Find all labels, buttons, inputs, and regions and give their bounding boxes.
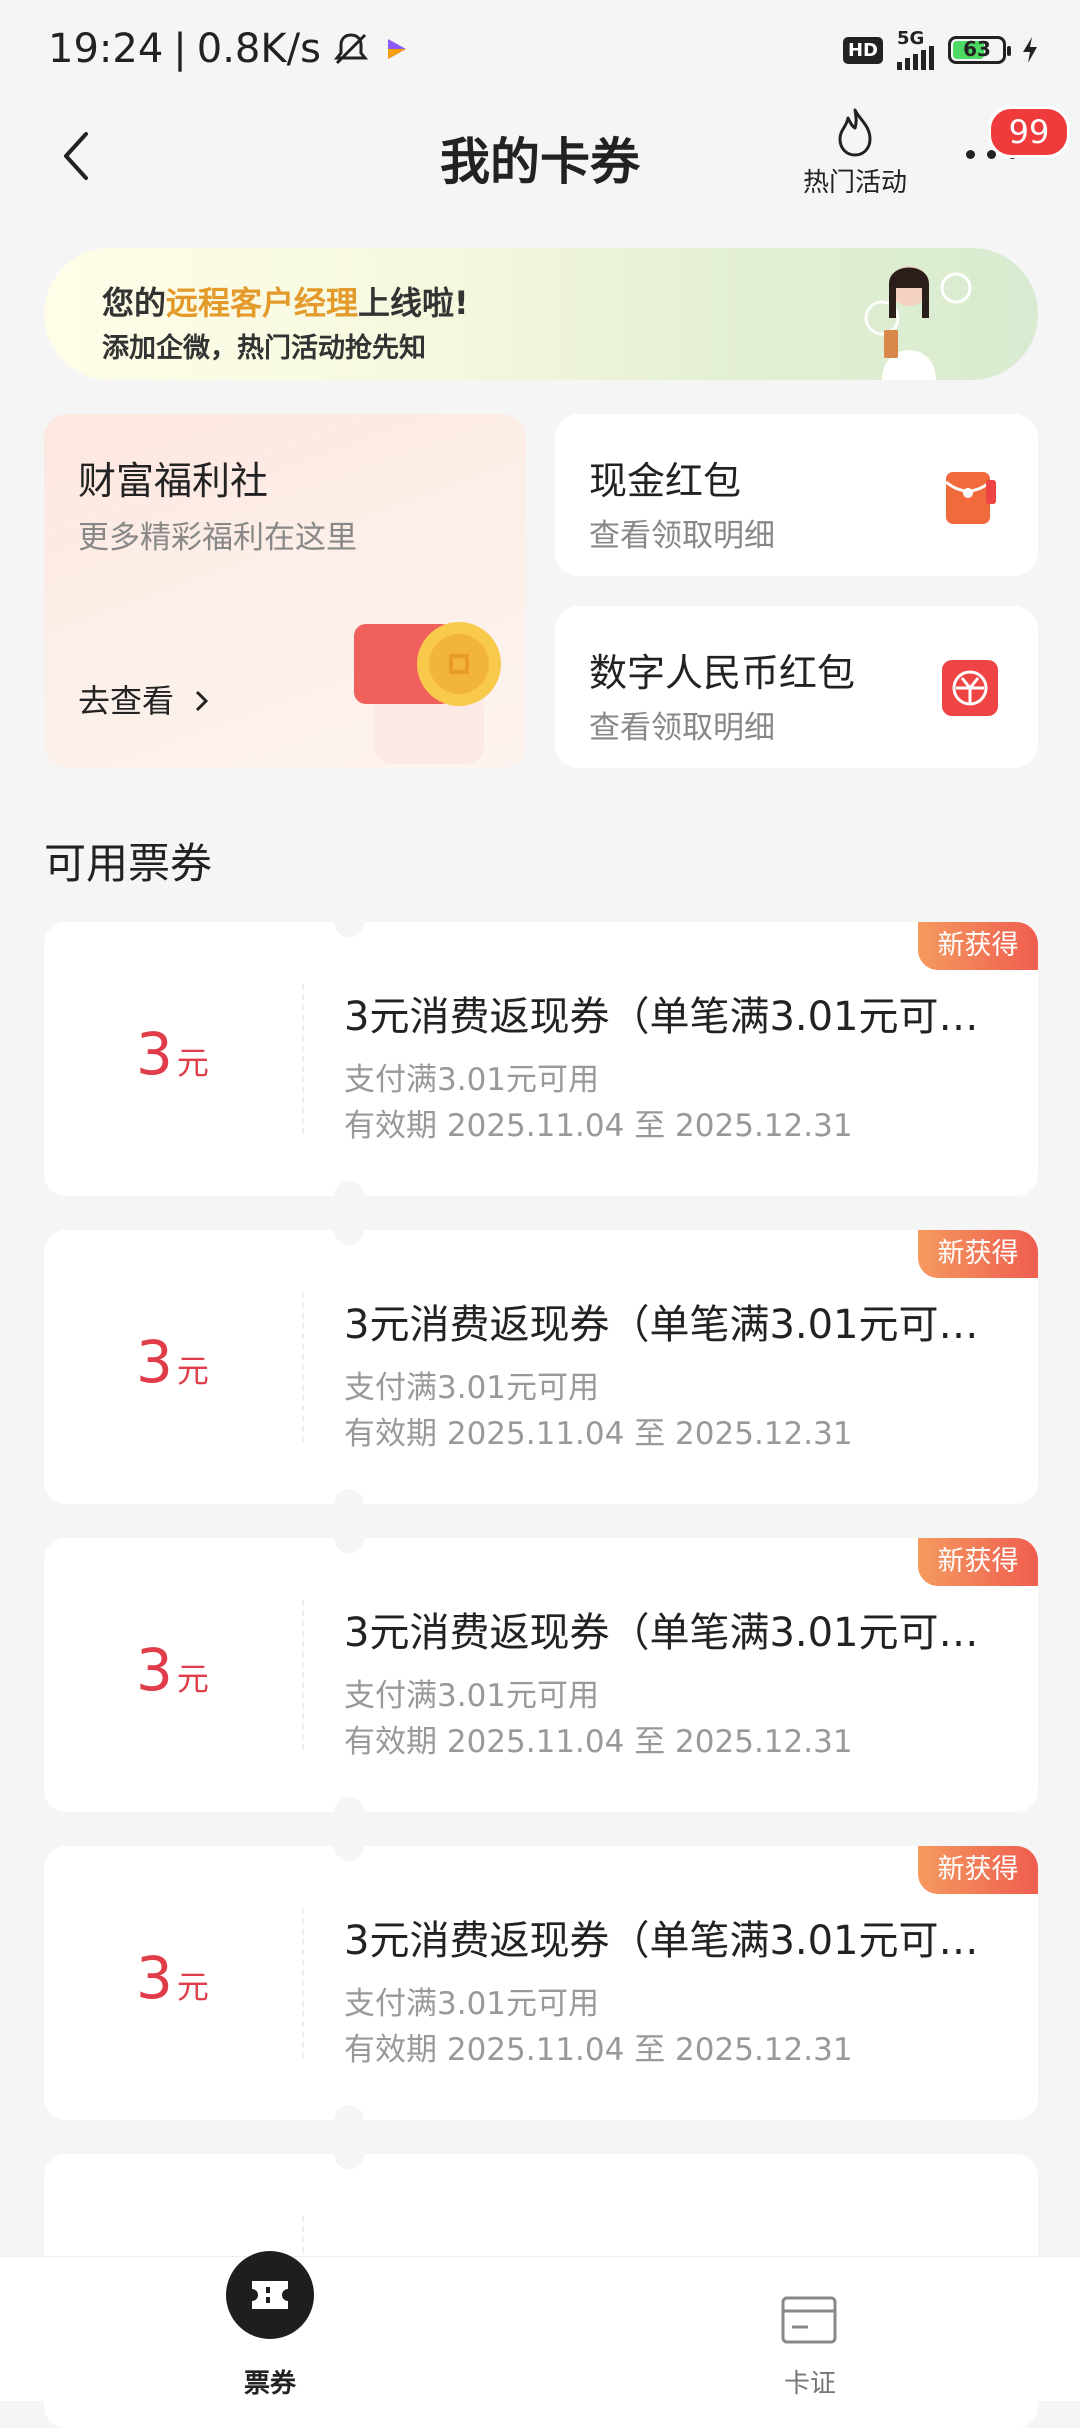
bottom-tab-bar: 票券 卡证: [0, 2251, 1080, 2401]
charging-icon: [1023, 37, 1037, 63]
red-packet-icon: [945, 472, 996, 524]
new-badge: 新获得: [918, 1846, 1038, 1894]
digital-title: 数字人民币红包: [589, 651, 856, 695]
clock: 19:24: [48, 26, 164, 72]
hot-activity-button[interactable]: 热门活动: [790, 106, 920, 199]
coupon-title: 3元消费返现券（单笔满3.01元可用）: [344, 1918, 984, 1964]
play-app-icon: [387, 39, 406, 59]
welfare-club-card[interactable]: 财富福利社 更多精彩福利在这里 去查看: [44, 414, 526, 768]
digital-subtitle: 查看领取明细: [589, 710, 775, 746]
coupon-card[interactable]: 3元 3元消费返现券（单笔满3.01元可用） 支付满3.01元可用 有效期 20…: [44, 1846, 1038, 2120]
manager-avatar-illustration: [864, 266, 972, 380]
coupon-validity: 有效期 2025.11.04 至 2025.12.31: [344, 1108, 853, 1144]
welfare-subtitle: 更多精彩福利在这里: [78, 520, 357, 556]
cash-subtitle: 查看领取明细: [589, 518, 775, 554]
coupon-amount: 3元: [136, 1020, 209, 1088]
coupon-validity: 有效期 2025.11.04 至 2025.12.31: [344, 2032, 853, 2068]
account-manager-banner[interactable]: 您的远程客户经理上线啦! 添加企微，热门活动抢先知: [44, 248, 1038, 380]
new-badge: 新获得: [918, 1538, 1038, 1586]
tab-tickets[interactable]: 票券: [0, 2251, 540, 2401]
cash-red-packet-card[interactable]: 现金红包 查看领取明细: [555, 414, 1038, 576]
coupon-condition: 支付满3.01元可用: [344, 1678, 600, 1714]
mute-bell-icon: [333, 33, 369, 65]
gift-coin-icon: [354, 622, 501, 764]
hd-badge: HD: [842, 36, 883, 64]
coupon-amount: 3元: [136, 1328, 209, 1396]
status-bar: 19:24 | 0.8K/s HD 5G 63: [0, 0, 1080, 100]
chevron-right-icon: [196, 690, 209, 712]
coupon-amount: 3元: [136, 1944, 209, 2012]
tab-tickets-label: 票券: [243, 2369, 296, 2399]
network-speed: 0.8K/s: [196, 26, 321, 72]
separator: |: [173, 26, 187, 72]
coupon-title: 3元消费返现券（单笔满3.01元可用）: [344, 994, 984, 1040]
coupon-amount: 3元: [136, 1636, 209, 1704]
coupon-condition: 支付满3.01元可用: [344, 1986, 600, 2022]
digital-rmb-icon: [942, 660, 998, 716]
available-coupons-heading: 可用票券: [44, 839, 213, 888]
tab-cards-label: 卡证: [783, 2369, 836, 2399]
welfare-title: 财富福利社: [78, 459, 269, 503]
coupon-condition: 支付满3.01元可用: [344, 1370, 600, 1406]
signal-icon: 5G: [897, 30, 934, 70]
welfare-view-link[interactable]: 去查看: [78, 676, 212, 722]
banner-subline: 添加企微，热门活动抢先知: [102, 333, 426, 364]
coupon-card[interactable]: 3元 3元消费返现券（单笔满3.01元可用） 支付满3.01元可用 有效期 20…: [44, 1538, 1038, 1812]
coupon-title: 3元消费返现券（单笔满3.01元可用）: [344, 1302, 984, 1348]
flame-icon: [838, 108, 872, 157]
nav-header: 我的卡券 热门活动: [0, 100, 1080, 210]
new-badge: 新获得: [918, 1230, 1038, 1278]
status-left: 19:24 | 0.8K/s: [48, 26, 411, 72]
coupon-validity: 有效期 2025.11.04 至 2025.12.31: [344, 1416, 853, 1452]
coupon-condition: 支付满3.01元可用: [344, 1062, 600, 1098]
coupon-validity: 有效期 2025.11.04 至 2025.12.31: [344, 1724, 853, 1760]
banner-headline: 您的远程客户经理上线啦!: [102, 284, 469, 322]
battery-icon: 63: [948, 36, 1011, 64]
coupon-card[interactable]: 3元 3元消费返现券（单笔满3.01元可用） 支付满3.01元可用 有效期 20…: [44, 1230, 1038, 1504]
notification-badge: 99: [988, 106, 1070, 158]
card-icon: [781, 2296, 837, 2344]
tab-cards[interactable]: 卡证: [540, 2257, 1080, 2401]
hot-activity-label: 热门活动: [802, 168, 907, 198]
ticket-icon: [226, 2251, 314, 2339]
digital-rmb-red-packet-card[interactable]: 数字人民币红包 查看领取明细: [555, 606, 1038, 768]
status-right: HD 5G 63: [842, 30, 1040, 70]
coupon-card[interactable]: 3元 3元消费返现券（单笔满3.01元可用） 支付满3.01元可用 有效期 20…: [44, 922, 1038, 1196]
new-badge: 新获得: [918, 922, 1038, 970]
coupon-title: 3元消费返现券（单笔满3.01元可用）: [344, 1610, 984, 1656]
cash-title: 现金红包: [589, 459, 742, 503]
